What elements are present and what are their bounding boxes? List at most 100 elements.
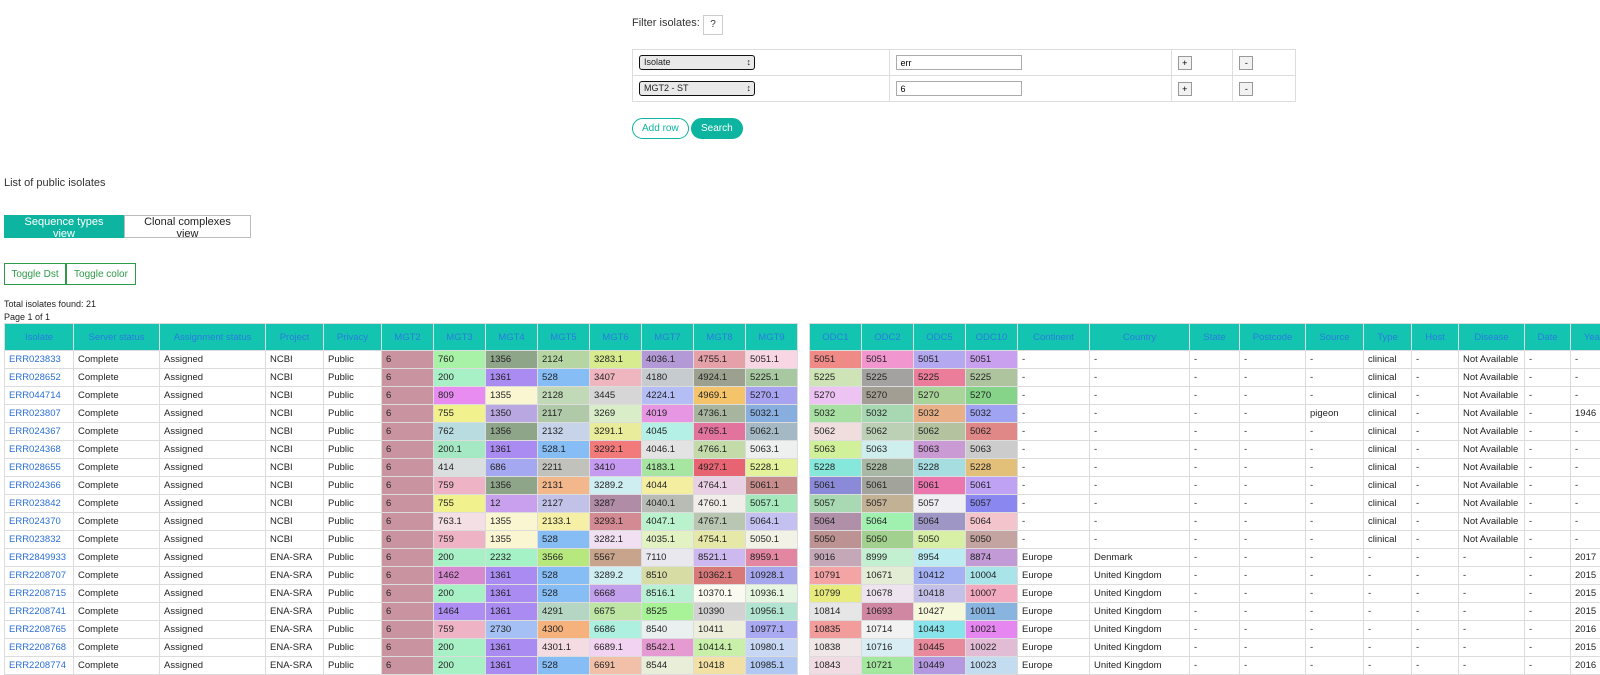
isolate-link[interactable]: ERR2208741	[4, 602, 74, 621]
cell-odc1: 10799	[809, 584, 862, 603]
filter-field-select[interactable]: Isolate	[639, 55, 755, 70]
column-header-year[interactable]: Year	[1570, 323, 1600, 351]
filter-table: Isolate + - MGT2 - ST + -	[631, 49, 1296, 102]
isolate-link[interactable]: ERR2208715	[4, 584, 74, 603]
column-header-project[interactable]: Project	[265, 323, 324, 351]
cell-mgt8: 4924.1	[693, 368, 746, 387]
column-gap	[797, 440, 810, 459]
cell-mgt2: 6	[381, 602, 434, 621]
cell-privacy: Public	[323, 566, 382, 585]
column-gap	[797, 584, 810, 603]
toggle-dst-button[interactable]: Toggle Dst	[4, 263, 66, 285]
cell-source: -	[1305, 458, 1364, 477]
isolate-link[interactable]: ERR2208768	[4, 638, 74, 657]
filter-help-button[interactable]: ?	[703, 15, 723, 35]
cell-host: -	[1411, 386, 1459, 405]
sequence-types-view-button[interactable]: Sequence types view	[4, 215, 124, 240]
isolate-link[interactable]: ERR023833	[4, 350, 74, 369]
isolate-link[interactable]: ERR2208774	[4, 656, 74, 675]
column-header-mgt2[interactable]: MGT2	[381, 323, 434, 351]
clonal-complexes-view-button[interactable]: Clonal complexes view	[124, 215, 251, 240]
cell-odc5: 5057	[913, 494, 966, 513]
column-header-continent[interactable]: Continent	[1017, 323, 1090, 351]
isolate-link[interactable]: ERR023832	[4, 530, 74, 549]
cell-mgt2: 6	[381, 476, 434, 495]
cell-mgt6: 3282.1	[589, 530, 642, 549]
column-header-assignment-status[interactable]: Assignment status	[159, 323, 266, 351]
column-gap	[797, 476, 810, 495]
cell-host: -	[1411, 566, 1459, 585]
filter-add-button[interactable]: +	[1177, 81, 1192, 96]
cell-mgt5: 528.1	[537, 440, 590, 459]
cell-year: -	[1570, 386, 1600, 405]
cell-type: clinical	[1363, 512, 1412, 531]
cell-mgt6: 3410	[589, 458, 642, 477]
column-header-mgt5[interactable]: MGT5	[537, 323, 590, 351]
filter-remove-button[interactable]: -	[1239, 81, 1254, 96]
column-header-state[interactable]: State	[1189, 323, 1240, 351]
filter-value-input[interactable]	[896, 81, 1023, 96]
isolate-link[interactable]: ERR023842	[4, 494, 74, 513]
cell-date: -	[1524, 368, 1571, 387]
column-header-mgt4[interactable]: MGT4	[485, 323, 538, 351]
isolate-link[interactable]: ERR023807	[4, 404, 74, 423]
column-header-host[interactable]: Host	[1411, 323, 1459, 351]
filter-field-select[interactable]: MGT2 - ST	[639, 81, 755, 96]
isolate-link[interactable]: ERR024368	[4, 440, 74, 459]
column-header-mgt6[interactable]: MGT6	[589, 323, 642, 351]
column-header-isolate[interactable]: Isolate	[4, 323, 74, 351]
cell-mgt3: 200	[433, 638, 486, 657]
isolate-link[interactable]: ERR028652	[4, 368, 74, 387]
column-header-country[interactable]: Country	[1089, 323, 1190, 351]
cell-continent: -	[1017, 440, 1090, 459]
column-header-disease[interactable]: Disease	[1458, 323, 1525, 351]
column-header-mgt7[interactable]: MGT7	[641, 323, 694, 351]
cell-year: 2016	[1570, 656, 1600, 675]
column-header-mgt3[interactable]: MGT3	[433, 323, 486, 351]
cell-mgt8: 10418	[693, 656, 746, 675]
isolate-link[interactable]: ERR028655	[4, 458, 74, 477]
column-header-privacy[interactable]: Privacy	[323, 323, 382, 351]
column-header-server-status[interactable]: Server status	[73, 323, 160, 351]
column-header-source[interactable]: Source	[1305, 323, 1364, 351]
cell-server-status: Complete	[73, 386, 160, 405]
cell-odc10: 5064	[965, 512, 1018, 531]
cell-mgt2: 6	[381, 638, 434, 657]
filter-value-input[interactable]	[896, 55, 1023, 70]
search-button[interactable]: Search	[691, 118, 743, 139]
isolate-link[interactable]: ERR024370	[4, 512, 74, 531]
isolate-link[interactable]: ERR2849933	[4, 548, 74, 567]
cell-mgt2: 6	[381, 548, 434, 567]
cell-privacy: Public	[323, 548, 382, 567]
filter-add-button[interactable]: +	[1177, 55, 1192, 70]
cell-mgt9: 5228.1	[745, 458, 798, 477]
cell-odc10: 5062	[965, 422, 1018, 441]
column-header-odc10[interactable]: ODC10	[965, 323, 1018, 351]
cell-mgt5: 4291	[537, 602, 590, 621]
column-header-odc2[interactable]: ODC2	[861, 323, 914, 351]
column-header-odc5[interactable]: ODC5	[913, 323, 966, 351]
cell-mgt8: 4766.1	[693, 440, 746, 459]
column-header-type[interactable]: Type	[1363, 323, 1412, 351]
column-header-postcode[interactable]: Postcode	[1239, 323, 1306, 351]
cell-project: ENA-SRA	[265, 656, 324, 675]
cell-mgt9: 10956.1	[745, 602, 798, 621]
filter-remove-button[interactable]: -	[1239, 55, 1254, 70]
column-header-odc1[interactable]: ODC1	[809, 323, 862, 351]
column-header-date[interactable]: Date	[1524, 323, 1571, 351]
isolate-link[interactable]: ERR2208707	[4, 566, 74, 585]
cell-postcode: -	[1239, 656, 1306, 675]
isolate-link[interactable]: ERR024366	[4, 476, 74, 495]
cell-project: ENA-SRA	[265, 602, 324, 621]
cell-mgt8: 10390	[693, 602, 746, 621]
column-header-mgt8[interactable]: MGT8	[693, 323, 746, 351]
cell-postcode: -	[1239, 638, 1306, 657]
add-row-button[interactable]: Add row	[632, 118, 689, 139]
column-header-mgt9[interactable]: MGT9	[745, 323, 798, 351]
cell-year: 2015	[1570, 584, 1600, 603]
toggle-color-button[interactable]: Toggle color	[66, 263, 136, 285]
cell-odc1: 5062	[809, 422, 862, 441]
isolate-link[interactable]: ERR024367	[4, 422, 74, 441]
isolate-link[interactable]: ERR2208765	[4, 620, 74, 639]
isolate-link[interactable]: ERR044714	[4, 386, 74, 405]
